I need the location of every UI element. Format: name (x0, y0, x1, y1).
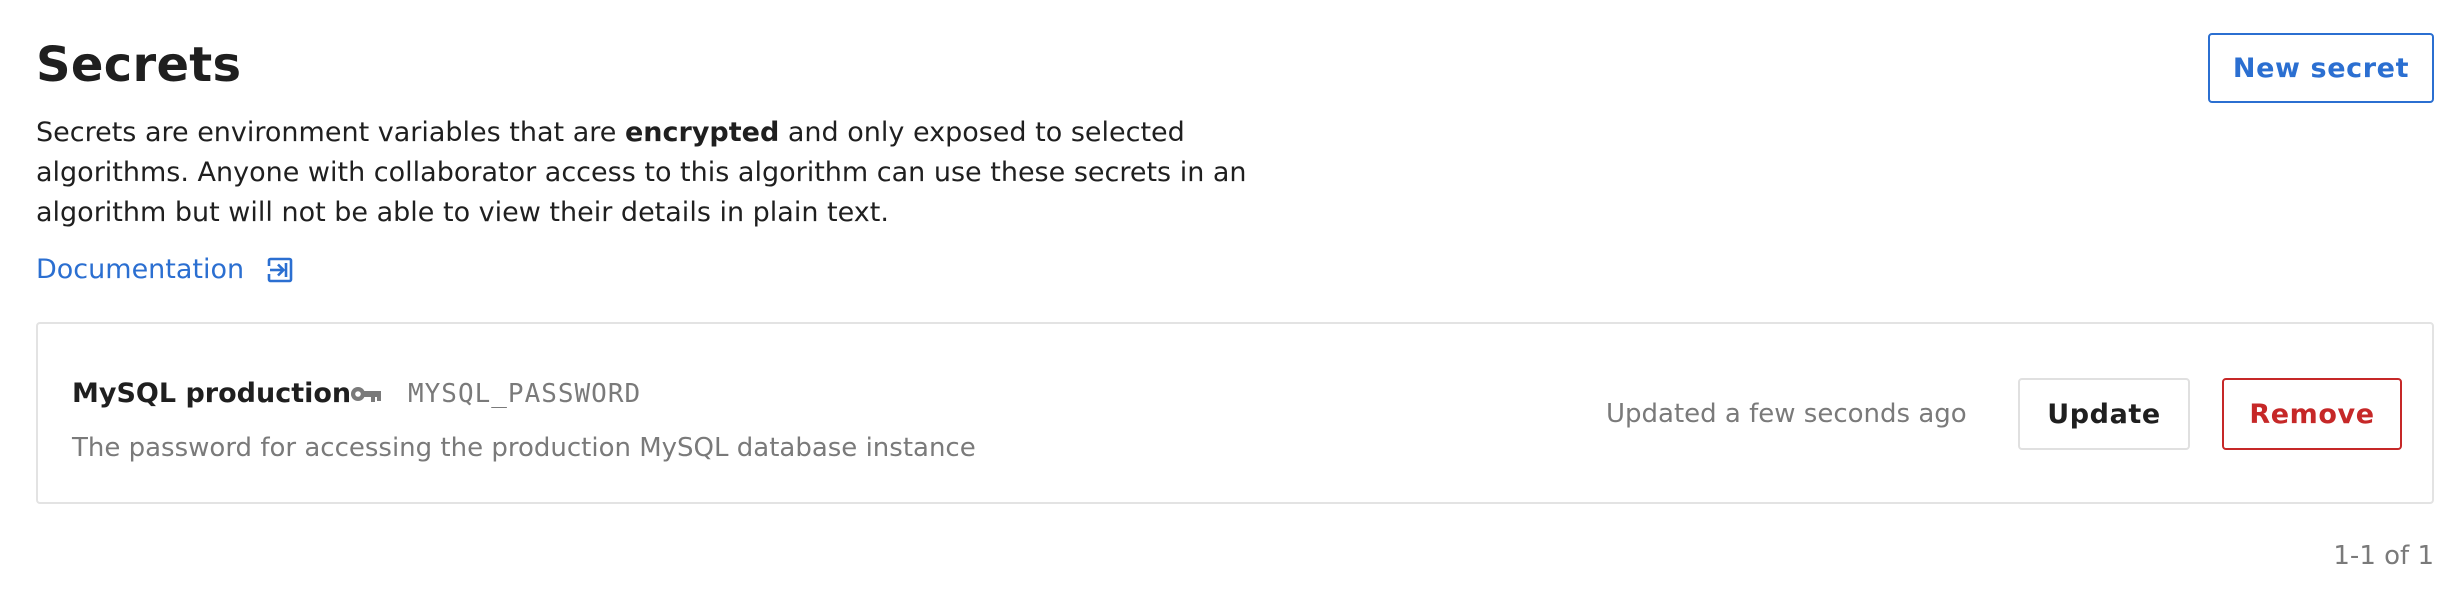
description-line-1: Secrets are environment variables that a… (36, 113, 1276, 153)
secret-env-variable: MYSQL_PASSWORD (408, 379, 642, 409)
description-text: and only exposed to selected (779, 117, 1185, 148)
description-emphasis: encrypted (624, 117, 780, 148)
key-icon (351, 387, 381, 402)
pagination-summary: 1-1 of 1 (2333, 541, 2434, 571)
description-text: Secrets are environment variables that a… (36, 117, 625, 148)
external-link-icon (266, 257, 293, 283)
secret-name: MySQL production (72, 378, 352, 409)
secret-description: The password for accessing the productio… (72, 433, 976, 463)
secret-updated-timestamp: Updated a few seconds ago (1606, 399, 1967, 429)
update-secret-button[interactable]: Update (2018, 378, 2190, 450)
page-title: Secrets (36, 37, 242, 93)
description-line-2: algorithms. Anyone with collaborator acc… (36, 157, 1247, 188)
description-line-3: algorithm but will not be able to view t… (36, 197, 889, 228)
new-secret-button[interactable]: New secret (2208, 33, 2434, 103)
documentation-link[interactable]: Documentation (36, 250, 294, 290)
secrets-page: Secrets New secret Secrets are environme… (0, 0, 2450, 612)
page-description: Secrets are environment variables that a… (36, 113, 1276, 233)
remove-secret-button[interactable]: Remove (2222, 378, 2402, 450)
secret-list-item: MySQL production MYSQL_PASSWORD The pass… (36, 322, 2434, 504)
documentation-label: Documentation (36, 254, 245, 285)
